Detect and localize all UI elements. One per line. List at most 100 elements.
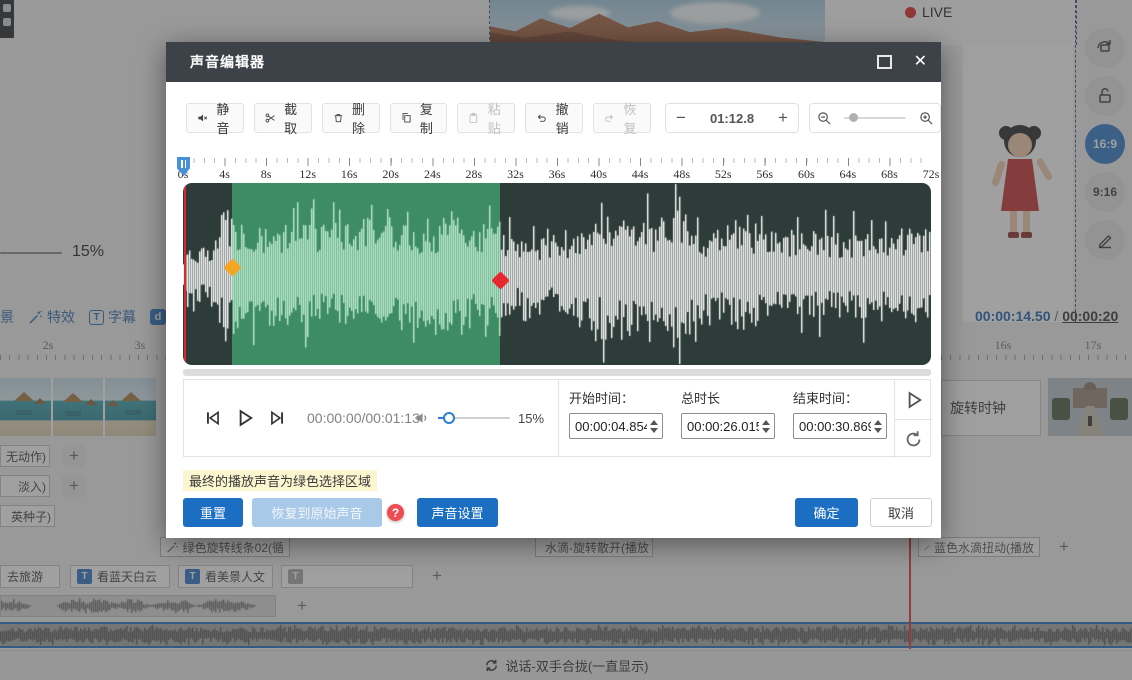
help-icon[interactable]: ? [387,504,404,521]
cancel-label: 取消 [888,503,914,522]
ruler-tick-label: 56s [756,167,773,182]
zoom-in-button[interactable] [912,104,940,132]
copy-icon [401,111,412,125]
end-time-input[interactable]: 00:00:30.869 [793,413,887,439]
loop-restart-button[interactable] [894,419,932,458]
scissors-icon [265,111,276,125]
close-icon[interactable]: ✕ [914,54,927,70]
ruler-tick-label: 32s [507,167,524,182]
volume-percent: 15% [518,411,544,426]
ok-button[interactable]: 确定 [795,498,858,527]
mute-speaker-icon [197,111,208,125]
green-region-note: 最终的播放声音为绿色选择区域 [183,470,377,491]
ruler-tick-label: 16s [341,167,358,182]
zoom-slider-knob[interactable] [849,113,858,122]
start-time-input[interactable]: 00:00:04.854 [569,413,663,439]
note-text: 最终的播放声音为绿色选择区域 [189,471,371,490]
restart-icon [904,430,923,449]
cancel-button[interactable]: 取消 [870,498,932,527]
end-time-group: 结束时间： 00:00:30.869 [793,388,887,439]
ruler-tick-label: 8s [261,167,272,182]
preview-play-button[interactable] [894,380,932,419]
play-outline-icon [904,390,924,410]
duration-label: 总时长 [681,388,775,407]
end-time-label: 结束时间： [793,388,887,407]
wave-ruler[interactable]: 0s4s8s12s16s20s24s28s32s36s40s44s48s52s5… [183,158,931,182]
redo-label: 恢复 [620,99,640,137]
undo-icon [536,111,547,125]
duration-input[interactable]: 00:00:26.015 [681,413,775,439]
start-time-spinner[interactable] [647,420,662,433]
volume-slider[interactable] [438,417,510,419]
cut-button[interactable]: 截取 [254,103,312,133]
ruler-tick-label: 20s [382,167,399,182]
start-time-group: 开始时间： 00:00:04.854 [569,388,663,439]
ruler-tick-label: 72s [923,167,940,182]
restore-original-button[interactable]: 恢复到原始声音 [252,498,382,527]
waveform-panel[interactable] [183,183,931,365]
volume-slider-knob[interactable] [443,412,455,424]
mute-button[interactable]: 静音 [186,103,244,133]
paste-label: 粘贴 [484,99,504,137]
redo-button[interactable]: 恢复 [593,103,651,133]
speaker-icon[interactable] [414,410,430,426]
dialog-titlebar[interactable]: 声音编辑器 ✕ [166,42,941,82]
player-section: 00:00:00/00:01:13 15% 开始时间： 00:00:04.854… [183,379,931,457]
copy-label: 复制 [416,99,436,137]
waveform-scrollbar[interactable] [183,369,931,376]
edit-toolbar: 静音 截取 删除 复制 粘贴 撤销 [186,103,941,133]
ruler-tick-label: 64s [840,167,857,182]
sound-settings-button[interactable]: 声音设置 [417,498,498,527]
duration-value: 00:00:26.015 [687,419,759,434]
copy-button[interactable]: 复制 [390,103,448,133]
sound-settings-label: 声音设置 [431,503,483,522]
toolbar-time-value: 01:12.8 [696,104,768,132]
ruler-tick-label: 12s [299,167,316,182]
end-time-spinner[interactable] [871,420,886,433]
ruler-tick-label: 68s [881,167,898,182]
waveform-zoom-slider[interactable] [844,117,906,119]
cut-label: 截取 [281,99,301,137]
zoom-group [809,103,941,133]
maximize-icon[interactable] [877,55,892,69]
zoom-in-icon [919,111,934,126]
end-time-value: 00:00:30.869 [799,419,871,434]
undo-label: 撤销 [552,99,572,137]
transport-controls: 00:00:00/00:01:13 [204,380,420,456]
start-time-label: 开始时间： [569,388,663,407]
ruler-tick-label: 4s [219,167,230,182]
paste-button[interactable]: 粘贴 [457,103,515,133]
time-stepper-group: − 01:12.8 + [665,103,799,133]
trash-icon [333,111,344,125]
reset-label: 重置 [200,503,226,522]
step-forward-button[interactable] [268,409,286,427]
step-back-button[interactable] [204,409,222,427]
time-decrease-button[interactable]: − [666,104,696,132]
app-screen: LIVE 16:9 9:16 [0,0,1132,680]
restore-label: 恢复到原始声音 [271,503,362,522]
ruler-tick-label: 36s [549,167,566,182]
delete-button[interactable]: 删除 [322,103,380,133]
zoom-out-icon [817,111,832,126]
ruler-tick-label: 60s [798,167,815,182]
play-button[interactable] [235,408,255,428]
ruler-tick-label: 28s [466,167,483,182]
ruler-tick-label: 44s [632,167,649,182]
ruler-tick-label: 40s [590,167,607,182]
delete-label: 删除 [349,99,369,137]
ruler-tick-label: 48s [673,167,690,182]
ruler-tick-label: 24s [424,167,441,182]
ok-label: 确定 [813,503,839,522]
sound-editor-dialog: 声音编辑器 ✕ 静音 截取 删除 复制 [166,42,941,538]
paste-icon [468,111,479,125]
playback-time: 00:00:00/00:01:13 [307,410,420,426]
reset-button[interactable]: 重置 [183,498,243,527]
duration-spinner[interactable] [759,420,774,433]
zoom-out-button[interactable] [810,104,838,132]
time-increase-button[interactable]: + [768,104,798,132]
waveform-playhead-line [184,183,186,365]
ruler-tick-label: 52s [715,167,732,182]
dialog-title: 声音编辑器 [190,52,265,72]
volume-control: 15% [414,380,544,456]
undo-button[interactable]: 撤销 [525,103,583,133]
